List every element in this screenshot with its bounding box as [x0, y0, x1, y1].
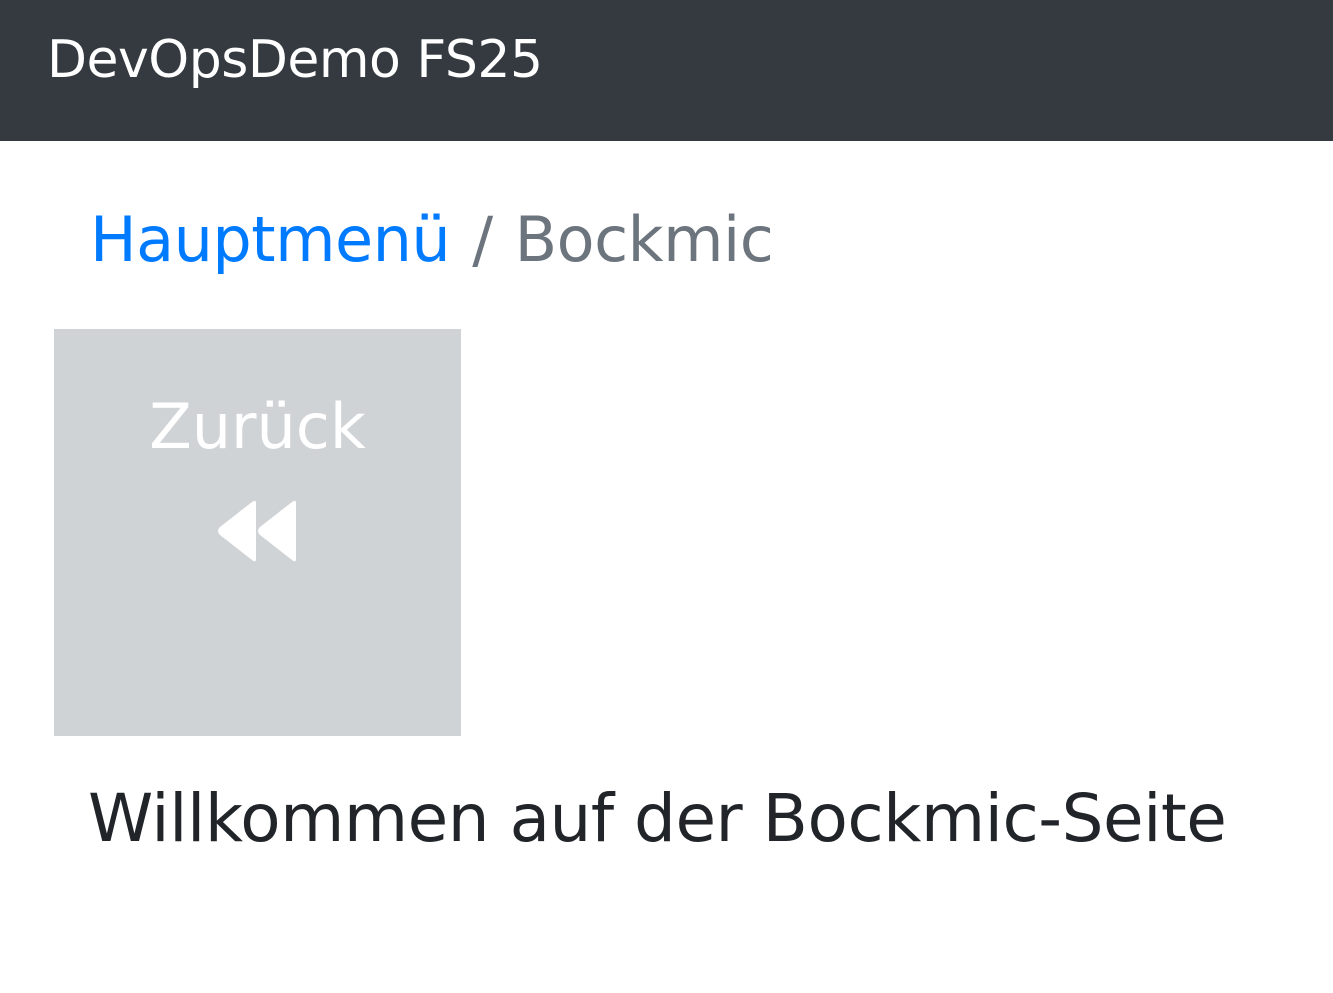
- back-tile-label[interactable]: Zurück: [54, 389, 461, 465]
- fast-backward-icon[interactable]: [216, 499, 300, 563]
- breadcrumb-separator: /: [472, 203, 493, 276]
- navbar-brand[interactable]: DevOpsDemo FS25: [47, 28, 543, 92]
- breadcrumb-home-link[interactable]: Hauptmenü: [90, 203, 451, 276]
- breadcrumb: Hauptmenü / Bockmic: [90, 202, 774, 278]
- breadcrumb-current: Bockmic: [514, 203, 774, 276]
- welcome-heading: Willkommen auf der Bockmic-Seite: [88, 780, 1227, 857]
- top-navbar: DevOpsDemo FS25: [0, 0, 1333, 141]
